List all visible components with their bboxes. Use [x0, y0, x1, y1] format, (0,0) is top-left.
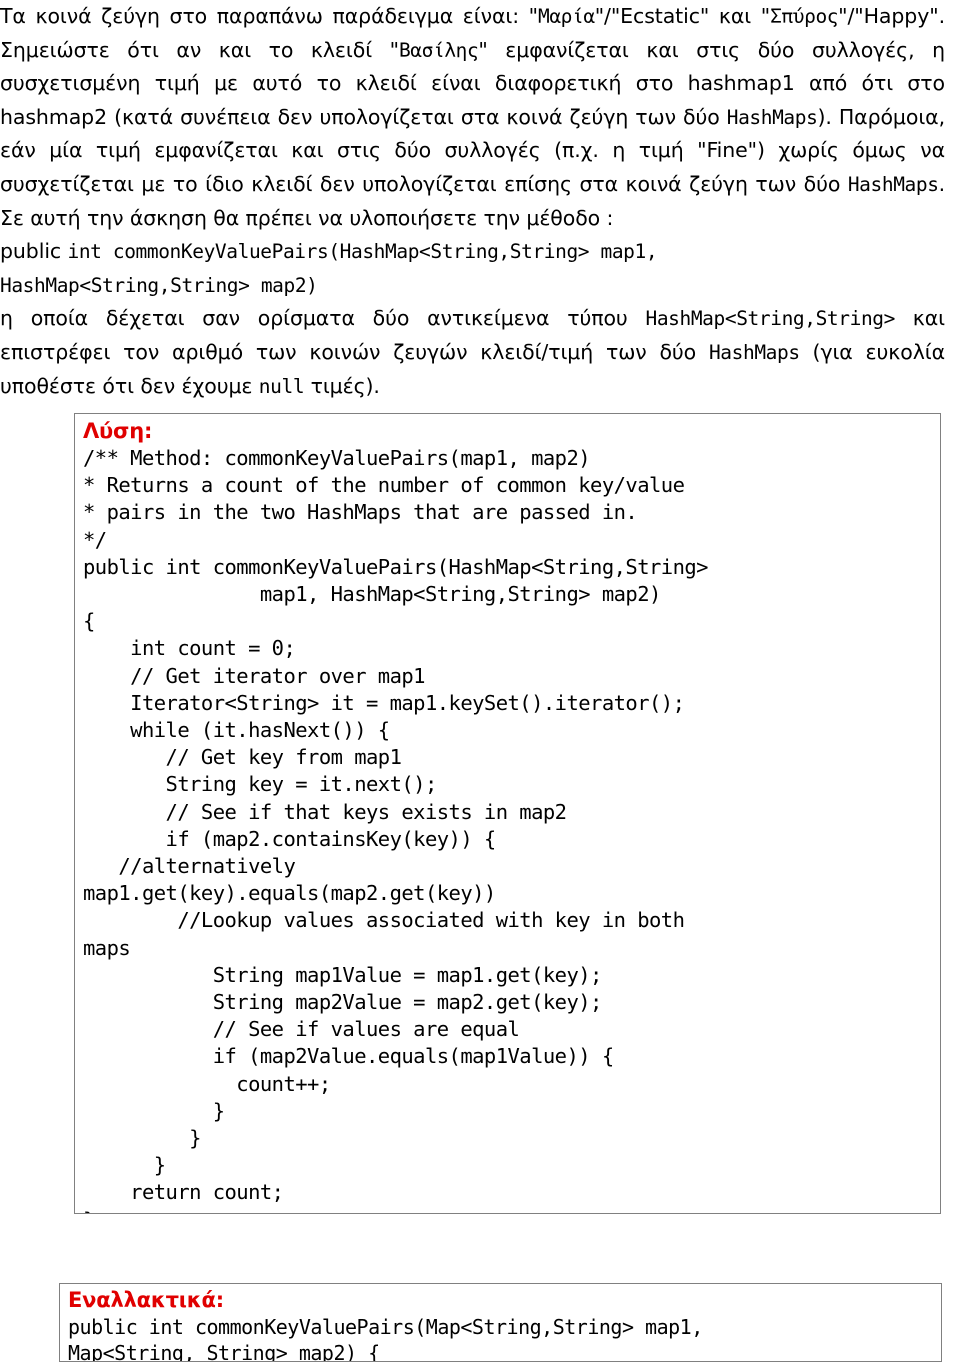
- inline-code-null: null: [258, 374, 305, 398]
- method-signature-line-2: HashMap<String,String> map2): [0, 269, 945, 303]
- prose-text-10: τιμές).: [304, 373, 380, 398]
- prose-text-1: Τα κοινά ζεύγη στο παραπάνω παράδειγμα ε…: [0, 4, 538, 28]
- key-name-spyros: Σπύρος: [770, 5, 839, 28]
- key-name-vasilis: Βασίλης: [398, 38, 479, 62]
- signature-keyword-public: public: [0, 239, 68, 264]
- key-name-maria: Μαρία: [538, 5, 595, 28]
- prose-text-2: "/"Ecstatic" και ": [594, 4, 771, 28]
- alternative-code-box: Εναλλακτικά: public int commonKeyValuePa…: [59, 1283, 942, 1362]
- signature-mono-2: HashMap<String,String> map2): [0, 273, 318, 297]
- prose-text-7: η οποία δέχεται σαν ορίσματα δύο αντικεί…: [0, 306, 646, 331]
- signature-mono-1: int commonKeyValuePairs(HashMap<String,S…: [67, 240, 658, 264]
- exercise-description: Τα κοινά ζεύγη στο παραπάνω παράδειγμα ε…: [0, 0, 945, 403]
- inline-code-hashmaps-3: HashMaps: [708, 340, 800, 364]
- solution-heading: Λύση:: [83, 419, 153, 443]
- alternative-code-block: public int commonKeyValuePairs(Map<Strin…: [68, 1315, 703, 1362]
- solution-code-box: Λύση: /** Method: commonKeyValuePairs(ma…: [74, 413, 941, 1214]
- inline-code-hashmaps-1: HashMaps: [726, 105, 818, 129]
- inline-code-hashmap-generic: HashMap<String,String>: [645, 307, 895, 331]
- alternative-heading: Εναλλακτικά:: [68, 1288, 224, 1312]
- document-page: Τα κοινά ζεύγη στο παραπάνω παράδειγμα ε…: [0, 0, 960, 1362]
- method-signature-line-1: public int commonKeyValuePairs(HashMap<S…: [0, 235, 945, 269]
- solution-code-block: /** Method: commonKeyValuePairs(map1, ma…: [83, 446, 709, 1213]
- inline-code-hashmaps-2: HashMaps: [847, 172, 939, 196]
